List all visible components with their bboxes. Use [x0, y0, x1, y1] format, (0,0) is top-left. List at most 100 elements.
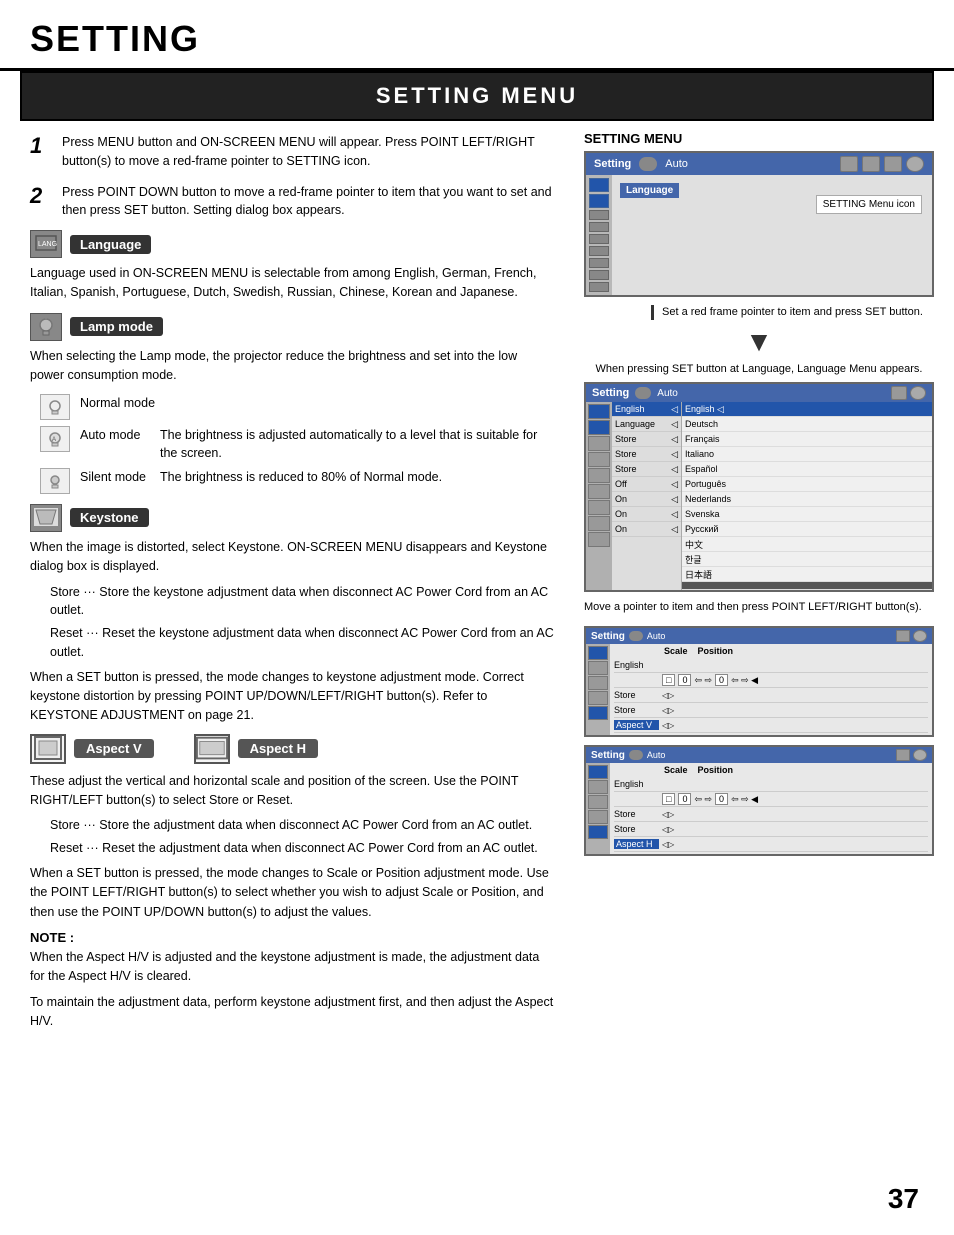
lang-sidebar-3	[588, 436, 610, 451]
lang-center-off: Off◁	[612, 477, 681, 492]
lamp-icon	[30, 313, 62, 341]
step-2: 2 Press POINT DOWN button to move a red-…	[30, 183, 554, 221]
asp-v-btn2	[913, 630, 927, 642]
red-frame-note-area: Set a red frame pointer to item and pres…	[584, 305, 934, 320]
left-column: 1 Press MENU button and ON-SCREEN MENU w…	[0, 121, 574, 1058]
lang-sidebar-7	[588, 500, 610, 515]
lang-francais: Français	[682, 432, 932, 447]
asp-v-row-icon: □ 0 ⇦ ⇨ 0 ⇦ ⇨ ◀	[614, 673, 928, 688]
lamp-silent-item: Silent mode The brightness is reduced to…	[40, 468, 554, 494]
aspect-reset: Reset ··· Reset the adjustment data when…	[50, 839, 554, 858]
silent-mode-desc: The brightness is reduced to 80% of Norm…	[160, 468, 442, 486]
setting-menu-panel: Setting Auto	[584, 151, 934, 297]
page-number: 37	[888, 1183, 919, 1215]
page-title: SETTING	[30, 18, 924, 60]
language-appear-note: When pressing SET button at Language, La…	[584, 362, 934, 378]
note-line-1: When the Aspect H/V is adjusted and the …	[30, 948, 554, 987]
lang-center-store3: Store◁	[612, 462, 681, 477]
auto-mode-label: Auto mode	[80, 426, 150, 442]
aspect-v-icon	[30, 734, 66, 764]
asp-v-icon	[629, 631, 643, 641]
sidebar-item-2	[589, 194, 609, 208]
menu-icon-label: SETTING Menu icon	[823, 199, 915, 210]
auto-mode-desc: The brightness is adjusted automatically…	[160, 426, 554, 462]
lang-sidebar-9	[588, 532, 610, 547]
lamp-modes: Normal mode A Auto mode The brightness i…	[40, 394, 554, 494]
lang-center-english: English◁	[612, 402, 681, 417]
note-line-2: To maintain the adjustment data, perform…	[30, 993, 554, 1032]
lang-center-on1: On◁	[612, 492, 681, 507]
sidebar-item-7	[589, 258, 609, 268]
language-badge: Language	[70, 235, 151, 254]
asp-h-sb4	[588, 810, 608, 824]
asp-h-pos-header: Position	[698, 765, 734, 775]
lang-sidebar-1	[588, 404, 610, 419]
asp-v-row-store1: Store ◁▷	[614, 688, 928, 703]
auto-mode-icon: A	[40, 426, 70, 452]
right-setting-menu-label: SETTING MENU	[584, 131, 934, 146]
aspect-h-icon	[194, 734, 230, 764]
lang-center-on2: On◁	[612, 507, 681, 522]
step-1-num: 1	[30, 133, 52, 159]
asp-v-btn1	[896, 630, 910, 642]
aspect-h-panel: Setting Auto	[584, 745, 934, 856]
topbar-auto-label: Auto	[665, 158, 688, 170]
asp-v-row-english: English	[614, 658, 928, 673]
lang-italiano: Italiano	[682, 447, 932, 462]
aspect-store: Store ··· Store the adjustment data when…	[50, 816, 554, 835]
lang-japanese: 日本語	[682, 567, 932, 582]
lang-espanol: Español	[682, 462, 932, 477]
normal-mode-label: Normal mode	[80, 394, 155, 410]
lamp-auto-item: A Auto mode The brightness is adjusted a…	[40, 426, 554, 462]
page-header: SETTING	[0, 0, 954, 71]
lang-center-store1: Store◁	[612, 432, 681, 447]
aspect-v-panel: Setting Auto	[584, 626, 934, 737]
asp-h-icon	[629, 750, 643, 760]
topbar-btn3	[884, 156, 902, 172]
topbar-btn1	[840, 156, 858, 172]
asp-v-auto: Auto	[647, 631, 666, 641]
asp-h-sb2	[588, 780, 608, 794]
sidebar-item-4	[589, 222, 609, 232]
asp-v-row-aspectv: Aspect V ◁▷	[614, 718, 928, 733]
lang-sidebar-8	[588, 516, 610, 531]
keystone-feature-label: Keystone	[30, 504, 554, 532]
section-title: SETTING MENU	[376, 83, 578, 108]
lang-topbar-btn1	[891, 386, 907, 400]
keystone-icon	[30, 504, 62, 532]
asp-v-scale-header: Scale	[664, 646, 688, 656]
sidebar-item-3	[589, 210, 609, 220]
lamp-mode-badge: Lamp mode	[70, 317, 163, 336]
sidebar-item-active	[589, 178, 609, 192]
asp-h-scale-header: Scale	[664, 765, 688, 775]
lang-svenska: Svenska	[682, 507, 932, 522]
asp-h-sb3	[588, 795, 608, 809]
lang-sidebar-5	[588, 468, 610, 483]
aspect-description: These adjust the vertical and horizontal…	[30, 772, 554, 811]
asp-h-row-store2: Store ◁▷	[614, 822, 928, 837]
silent-mode-icon	[40, 468, 70, 494]
topbar-btn2	[862, 156, 880, 172]
lang-sidebar-2	[588, 420, 610, 435]
asp-v-sb2	[588, 661, 608, 675]
lang-portugues: Português	[682, 477, 932, 492]
asp-v-row-store2: Store ◁▷	[614, 703, 928, 718]
right-column: SETTING MENU Setting Auto	[574, 121, 954, 1058]
keystone-description: When the image is distorted, select Keys…	[30, 538, 554, 577]
lang-english: English ◁	[682, 402, 932, 417]
topbar-icon1	[639, 157, 657, 171]
keystone-store: Store ··· Store the keystone adjustment …	[50, 583, 554, 621]
asp-h-sb5	[588, 825, 608, 839]
lang-deutsch: Deutsch	[682, 417, 932, 432]
asp-h-setting: Setting	[591, 750, 625, 761]
asp-h-row-english: English	[614, 777, 928, 792]
lang-nederlands: Nederlands	[682, 492, 932, 507]
language-menu-indicator: Language	[620, 183, 679, 198]
asp-h-row-store1: Store ◁▷	[614, 807, 928, 822]
note-label: NOTE :	[30, 930, 554, 945]
language-description: Language used in ON-SCREEN MENU is selec…	[30, 264, 554, 303]
step-1-text: Press MENU button and ON-SCREEN MENU wil…	[62, 133, 554, 171]
pointer-note: Move a pointer to item and then press PO…	[584, 600, 934, 616]
lang-center-on3: On◁	[612, 522, 681, 537]
asp-v-sb4	[588, 691, 608, 705]
